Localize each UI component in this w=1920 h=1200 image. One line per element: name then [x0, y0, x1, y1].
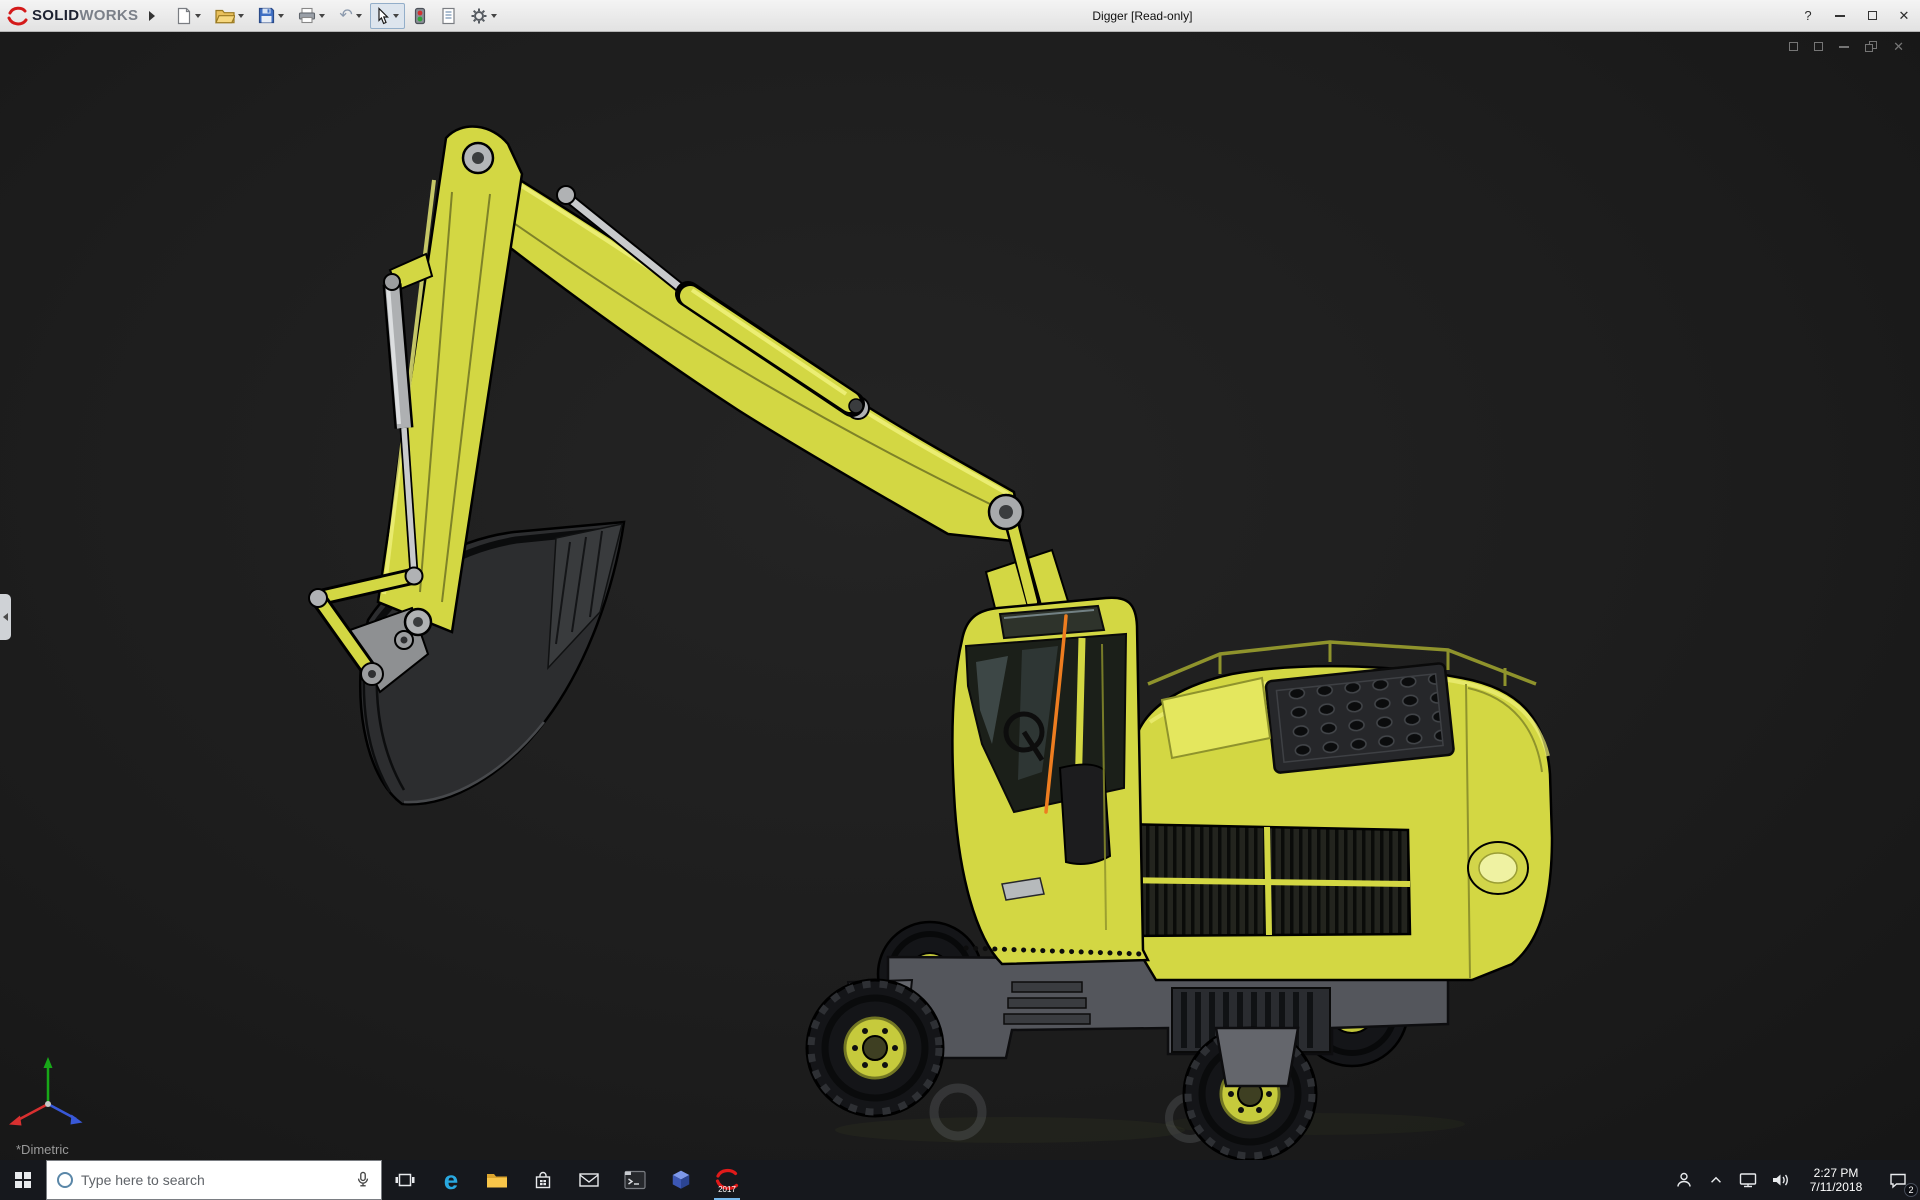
cab[interactable] [951, 596, 1150, 966]
task-view-icon [395, 1173, 415, 1187]
store-button[interactable] [520, 1160, 566, 1200]
network-icon [1739, 1173, 1757, 1188]
file-properties-button[interactable] [435, 3, 462, 29]
document-window-controls: ✕ [1789, 40, 1904, 53]
gear-icon [471, 8, 487, 23]
select-cursor-icon [378, 6, 389, 24]
dropdown-caret-icon [355, 13, 362, 18]
rebuild-stoplight-icon [414, 7, 425, 24]
hidden-icons-button[interactable] [1700, 1160, 1732, 1200]
edge-icon: e [443, 1165, 459, 1195]
doc-close-icon[interactable]: ✕ [1893, 40, 1904, 53]
rear-axle-fork[interactable] [1214, 1026, 1300, 1088]
cube-icon [672, 1170, 690, 1189]
people-button[interactable] [1668, 1160, 1700, 1200]
menu-flyout-button[interactable] [144, 4, 160, 28]
task-view-button[interactable] [382, 1160, 428, 1200]
model-canvas[interactable]: *Dimetric [0, 32, 1920, 1160]
boom [438, 146, 1024, 544]
system-tray: 2:27 PM 7/11/2018 2 [1668, 1160, 1920, 1200]
featuremanager-collapsed-tab[interactable] [0, 594, 11, 640]
wheel-front-near[interactable] [805, 978, 945, 1118]
cortana-icon [57, 1172, 73, 1188]
window-controls: ? ✕ [1792, 0, 1920, 31]
solidworks-logo: SOLIDWORKS [0, 0, 144, 31]
microphone-icon[interactable] [355, 1171, 371, 1189]
minimize-button[interactable] [1824, 0, 1856, 31]
solidworks-2017-button[interactable]: 2017 [704, 1160, 750, 1200]
rebuild-button[interactable] [407, 3, 433, 29]
dropdown-caret-icon [195, 13, 202, 18]
network-button[interactable] [1732, 1160, 1764, 1200]
windows-taskbar: e [0, 1160, 1920, 1200]
volume-button[interactable] [1764, 1160, 1796, 1200]
flyout-arrow-icon [149, 10, 156, 21]
taskbar-clock[interactable]: 2:27 PM 7/11/2018 [1796, 1160, 1876, 1200]
dropdown-caret-icon [319, 13, 326, 18]
mail-icon [579, 1173, 599, 1187]
select-tool-button[interactable] [369, 2, 405, 29]
close-button[interactable]: ✕ [1888, 0, 1920, 31]
command-prompt-button[interactable] [612, 1160, 658, 1200]
edge-button[interactable]: e [428, 1160, 474, 1200]
expand-panel-icon [3, 613, 8, 621]
graphics-viewport[interactable]: ✕ *Dimetric [0, 32, 1920, 1160]
action-center-button[interactable]: 2 [1876, 1160, 1920, 1200]
solidworks-icon: 2017 [715, 1168, 739, 1193]
doc-window-icon[interactable] [1789, 42, 1799, 51]
dropdown-caret-icon [490, 13, 497, 18]
floor-reflections [835, 1083, 1465, 1143]
open-button[interactable] [209, 3, 250, 29]
standard-toolbar: ↶ [170, 2, 503, 29]
doc-window-icon[interactable] [1814, 42, 1824, 51]
taskbar-search[interactable] [46, 1160, 382, 1200]
open-folder-icon [215, 9, 236, 23]
dropdown-caret-icon [392, 13, 399, 18]
ds-logo-icon [7, 6, 28, 25]
dropdown-caret-icon [238, 13, 245, 18]
print-button[interactable] [292, 3, 331, 29]
help-button[interactable]: ? [1792, 0, 1824, 31]
seat [1058, 763, 1112, 865]
dropdown-caret-icon [278, 13, 285, 18]
chevron-up-icon [1711, 1176, 1721, 1183]
save-button[interactable] [252, 3, 290, 29]
file-properties-icon [442, 7, 455, 24]
print-icon [299, 7, 316, 24]
maximize-button[interactable] [1856, 0, 1888, 31]
notification-badge: 2 [1904, 1183, 1918, 1197]
engine-vent-panel[interactable] [1264, 662, 1455, 774]
doc-restore-icon[interactable] [1865, 41, 1878, 52]
document-title: Digger [Read-only] [1092, 9, 1193, 23]
command-prompt-icon [624, 1170, 646, 1190]
new-document-icon [178, 7, 191, 24]
people-icon [1677, 1172, 1691, 1187]
speaker-icon [1772, 1174, 1788, 1186]
view-orientation-label: *Dimetric [16, 1142, 69, 1157]
doc-minimize-icon[interactable] [1839, 45, 1850, 48]
search-input[interactable] [81, 1172, 347, 1188]
file-explorer-button[interactable] [474, 1160, 520, 1200]
edrawings-button[interactable] [658, 1160, 704, 1200]
options-button[interactable] [464, 3, 503, 29]
brand-solid: SOLID [32, 6, 80, 24]
undo-button[interactable]: ↶ [333, 3, 367, 29]
titlebar: SOLIDWORKS ↶ Digger [Read-only] ? ✕ [0, 0, 1920, 32]
windows-logo-icon [15, 1172, 31, 1188]
clock-date: 7/11/2018 [1809, 1180, 1863, 1194]
maximize-icon [1867, 11, 1877, 20]
engine-housing[interactable] [1118, 640, 1554, 982]
mail-button[interactable] [566, 1160, 612, 1200]
orientation-triad[interactable] [9, 1057, 83, 1126]
file-explorer-icon [487, 1174, 507, 1188]
brand-works: WORKS [79, 6, 139, 24]
svg-text:2017: 2017 [718, 1185, 736, 1193]
new-document-button[interactable] [170, 3, 207, 29]
save-floppy-icon [259, 7, 275, 24]
start-button[interactable] [0, 1160, 46, 1200]
minimize-icon [1835, 14, 1845, 17]
store-icon [535, 1171, 551, 1188]
undo-icon: ↶ [339, 6, 353, 24]
clock-time: 2:27 PM [1813, 1166, 1859, 1180]
